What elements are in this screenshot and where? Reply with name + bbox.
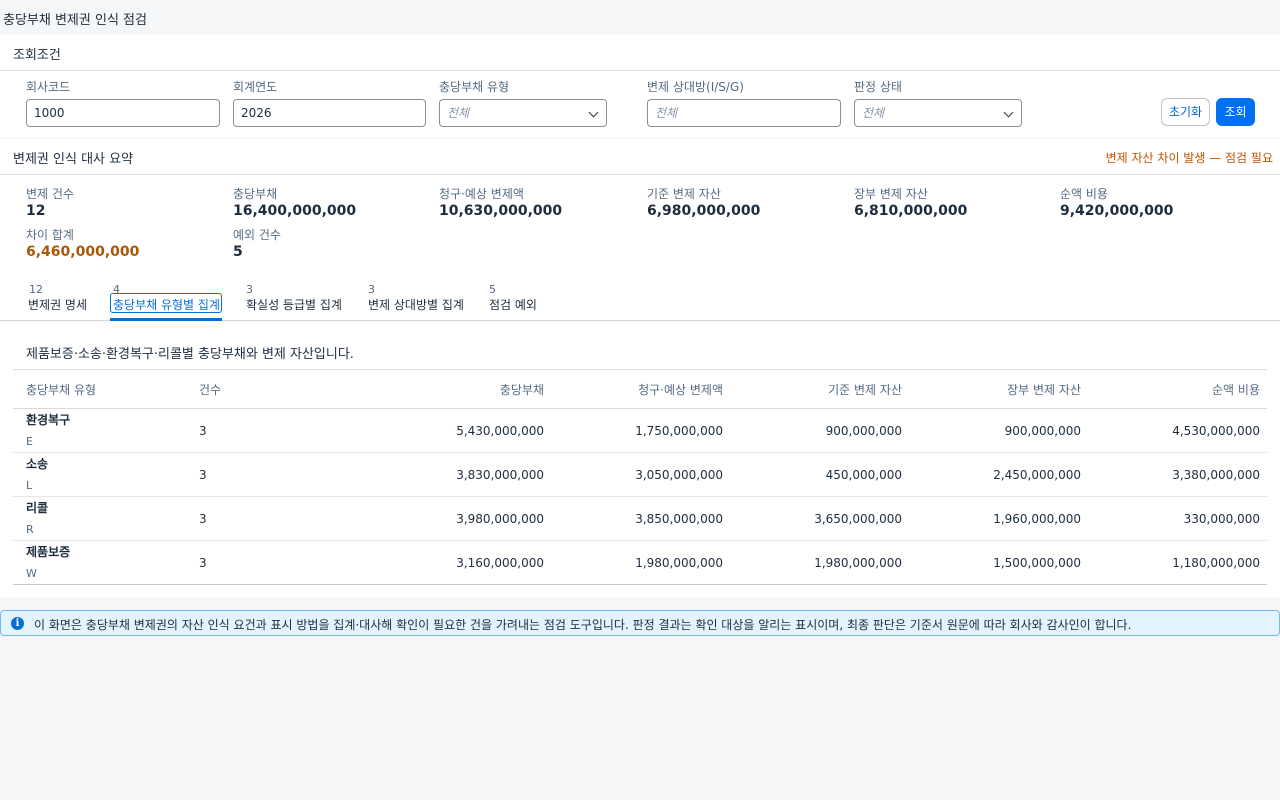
- filter-panel: 조회조건 회사코드 1000 회계연도 2026 충당부채 유형 전체 변제 상…: [0, 35, 1280, 137]
- kpi-value-provision: 16,400,000,000: [233, 203, 357, 219]
- provision-type-name: 소송: [26, 456, 49, 471]
- provision-type-name: 제품보증: [26, 544, 71, 559]
- fiscal-year-input[interactable]: 2026: [233, 99, 426, 127]
- claimed-cell: 3,850,000,000: [551, 496, 730, 541]
- net-expense-cell: 330,000,000: [1088, 496, 1267, 541]
- provision-type-code: L: [26, 478, 33, 492]
- kpi-value-difference: 6,460,000,000: [26, 244, 140, 260]
- tab-count: 3: [368, 283, 375, 296]
- provision-type-label: 충당부채 유형: [439, 80, 510, 94]
- kpi-label-difference: 차이 합계: [26, 228, 74, 242]
- kpi-label-base-asset: 기준 변제 자산: [647, 187, 721, 201]
- chevron-down-icon: [1003, 107, 1014, 118]
- net-expense-cell: 1,180,000,000: [1088, 540, 1267, 585]
- column-header[interactable]: 건수: [186, 369, 306, 409]
- search-button[interactable]: 조회: [1216, 98, 1255, 126]
- page-title: 충당부채 변제권 인식 점검: [3, 13, 147, 28]
- tab-label: 충당부채 유형별 집계: [113, 298, 220, 312]
- provision-type-select[interactable]: 전체: [439, 99, 607, 127]
- table-header-row: 충당부채 유형 건수 충당부채 청구·예상 변제액 기준 변제 자산 장부 변제…: [13, 369, 1267, 409]
- count-cell: 3: [186, 408, 306, 453]
- book-asset-cell: 2,450,000,000: [909, 452, 1088, 497]
- provision-type-code: W: [26, 566, 37, 580]
- column-header[interactable]: 장부 변제 자산: [909, 369, 1088, 409]
- counterparty-input[interactable]: 전체: [647, 99, 841, 127]
- base-asset-cell: 1,980,000,000: [730, 540, 909, 585]
- provision-cell: 5,430,000,000: [306, 408, 551, 453]
- claimed-cell: 1,750,000,000: [551, 408, 730, 453]
- column-header[interactable]: 충당부채 유형: [13, 369, 186, 409]
- kpi-value-count: 12: [26, 203, 46, 219]
- claimed-cell: 1,980,000,000: [551, 540, 730, 585]
- tab-label: 변제 상대방별 집계: [368, 298, 464, 312]
- net-expense-cell: 4,530,000,000: [1088, 408, 1267, 453]
- column-header[interactable]: 청구·예상 변제액: [551, 369, 730, 409]
- filter-panel-header: 조회조건: [0, 35, 1280, 71]
- company-code-input[interactable]: 1000: [26, 99, 220, 127]
- content-description: 제품보증·소송·환경복구·리콜별 충당부채와 변제 자산입니다.: [26, 347, 354, 362]
- kpi-label-claimed: 청구·예상 변제액: [439, 187, 524, 201]
- column-header[interactable]: 기준 변제 자산: [730, 369, 909, 409]
- tab-count: 5: [489, 283, 496, 296]
- provision-type-value: 전체: [447, 106, 470, 120]
- counterparty-label: 변제 상대방(I/S/G): [647, 80, 744, 94]
- company-code-label: 회사코드: [26, 80, 71, 94]
- provision-cell: 3,830,000,000: [306, 452, 551, 497]
- kpi-label-book-asset: 장부 변제 자산: [854, 187, 928, 201]
- summary-panel-header: 변제권 인식 대사 요약: [0, 139, 1280, 175]
- summary-panel-title: 변제권 인식 대사 요약: [13, 152, 134, 167]
- tab-count: 3: [246, 283, 253, 296]
- provision-type-code: R: [26, 522, 34, 536]
- kpi-value-base-asset: 6,980,000,000: [647, 203, 761, 219]
- provision-type-name: 리콜: [26, 500, 49, 515]
- kpi-label-net-expense: 순액 비용: [1060, 187, 1108, 201]
- tab-label: 변제권 명세: [28, 298, 88, 312]
- kpi-label-provision: 충당부채: [233, 187, 278, 201]
- table-row[interactable]: 제품보증 W 3 3,160,000,000 1,980,000,000 1,98…: [13, 540, 1267, 585]
- count-cell: 3: [186, 452, 306, 497]
- reset-button[interactable]: 초기화: [1161, 98, 1210, 126]
- column-header[interactable]: 충당부채: [306, 369, 551, 409]
- count-cell: 3: [186, 540, 306, 585]
- info-message-strip: i 이 화면은 충당부채 변제권의 자산 인식 요건과 표시 방법을 집계·대사…: [0, 610, 1280, 636]
- base-asset-cell: 450,000,000: [730, 452, 909, 497]
- kpi-value-exceptions: 5: [233, 244, 243, 260]
- provision-type-code: E: [26, 434, 33, 448]
- net-expense-cell: 3,380,000,000: [1088, 452, 1267, 497]
- provision-cell: 3,980,000,000: [306, 496, 551, 541]
- kpi-value-book-asset: 6,810,000,000: [854, 203, 968, 219]
- provision-type-name: 환경복구: [26, 412, 71, 427]
- table-row[interactable]: 소송 L 3 3,830,000,000 3,050,000,000 450,00…: [13, 452, 1267, 497]
- info-message-text: 이 화면은 충당부채 변제권의 자산 인식 요건과 표시 방법을 집계·대사해 …: [34, 618, 1132, 632]
- difference-warning: 변제 자산 차이 발생 — 점검 필요: [1105, 151, 1273, 165]
- book-asset-cell: 1,960,000,000: [909, 496, 1088, 541]
- tab-active-indicator: [110, 318, 222, 321]
- table-row[interactable]: 리콜 R 3 3,980,000,000 3,850,000,000 3,650,…: [13, 496, 1267, 541]
- base-asset-cell: 3,650,000,000: [730, 496, 909, 541]
- fiscal-year-label: 회계연도: [233, 80, 278, 94]
- kpi-label-count: 변제 건수: [26, 187, 74, 201]
- tab-label: 점검 예외: [489, 298, 537, 312]
- count-cell: 3: [186, 496, 306, 541]
- column-header[interactable]: 순액 비용: [1088, 369, 1267, 409]
- provision-type-table: 충당부채 유형 건수 충당부채 청구·예상 변제액 기준 변제 자산 장부 변제…: [13, 369, 1267, 585]
- tab-label: 확실성 등급별 집계: [246, 298, 342, 312]
- judgement-status-select[interactable]: 전체: [854, 99, 1022, 127]
- book-asset-cell: 900,000,000: [909, 408, 1088, 453]
- provision-cell: 3,160,000,000: [306, 540, 551, 585]
- kpi-label-exceptions: 예외 건수: [233, 228, 281, 242]
- info-icon: i: [11, 617, 24, 630]
- table-row[interactable]: 환경복구 E 3 5,430,000,000 1,750,000,000 900,…: [13, 408, 1267, 453]
- kpi-value-claimed: 10,630,000,000: [439, 203, 563, 219]
- claimed-cell: 3,050,000,000: [551, 452, 730, 497]
- kpi-value-net-expense: 9,420,000,000: [1060, 203, 1174, 219]
- tab-count: 12: [29, 283, 43, 296]
- judgement-status-label: 판정 상태: [854, 80, 902, 94]
- chevron-down-icon: [588, 107, 599, 118]
- book-asset-cell: 1,500,000,000: [909, 540, 1088, 585]
- filter-panel-title: 조회조건: [13, 48, 61, 63]
- judgement-status-value: 전체: [862, 106, 885, 120]
- base-asset-cell: 900,000,000: [730, 408, 909, 453]
